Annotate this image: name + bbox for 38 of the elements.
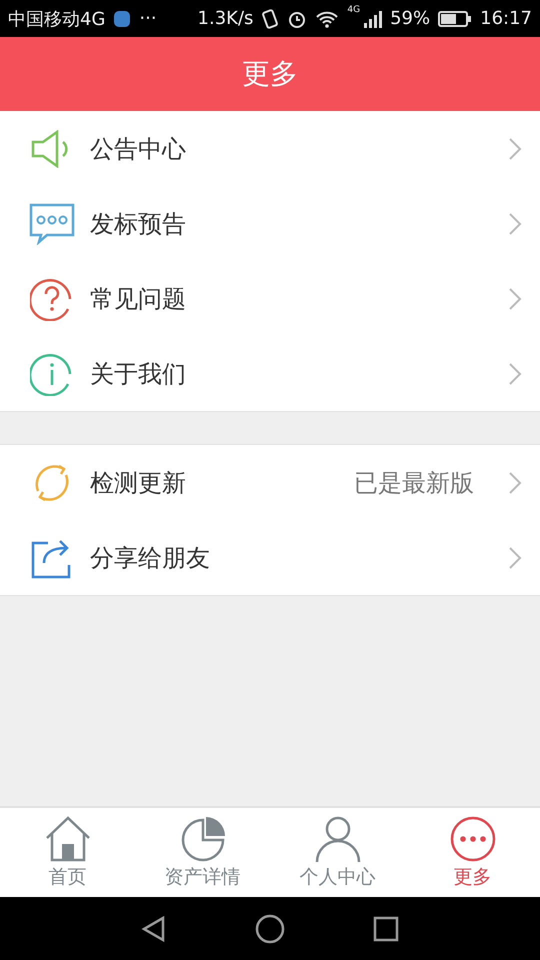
home-icon	[44, 816, 92, 862]
wifi-icon	[315, 10, 340, 28]
menu-item-label: 发标预告	[90, 208, 187, 240]
menu-item-label: 分享给朋友	[90, 542, 211, 574]
question-icon	[30, 276, 74, 320]
menu-item-value: 已是最新版	[354, 468, 474, 498]
menu-item-label: 关于我们	[90, 358, 187, 390]
recent-apps-icon[interactable]	[373, 916, 399, 942]
app-notification-icon	[113, 10, 132, 28]
chevron-right-icon	[508, 286, 522, 310]
chat-bubble-icon	[29, 202, 75, 244]
person-icon	[314, 816, 362, 862]
more-icon	[448, 816, 496, 862]
battery-percent: 59%	[390, 8, 430, 29]
network-speed: 1.3K/s	[198, 8, 254, 29]
tab[interactable]: 首页	[0, 808, 135, 897]
network-type: 4G	[347, 5, 360, 15]
back-icon[interactable]	[141, 914, 167, 942]
carrier-name: 中国移动4G	[8, 8, 106, 30]
info-icon	[30, 352, 74, 396]
tab[interactable]: 资产详情	[135, 808, 270, 897]
clock: 16:17	[480, 8, 532, 29]
menu-item-label: 检测更新	[90, 468, 187, 498]
menu-item-label: 公告中心	[90, 134, 187, 164]
chevron-right-icon	[508, 470, 522, 494]
tab[interactable]: 个人中心	[270, 808, 405, 897]
tab[interactable]: 更多	[405, 808, 540, 897]
menu-item-label: 常见问题	[90, 284, 187, 314]
home-button-icon[interactable]	[255, 914, 285, 944]
chevron-right-icon	[508, 136, 522, 160]
chevron-right-icon	[508, 546, 522, 570]
battery-icon	[438, 10, 472, 28]
vibrate-icon	[261, 8, 280, 28]
chevron-right-icon	[508, 212, 522, 236]
chevron-right-icon	[508, 362, 522, 386]
page-title: 更多	[242, 56, 298, 92]
more-notifications: ···	[139, 8, 157, 29]
signal-icon	[362, 8, 382, 28]
